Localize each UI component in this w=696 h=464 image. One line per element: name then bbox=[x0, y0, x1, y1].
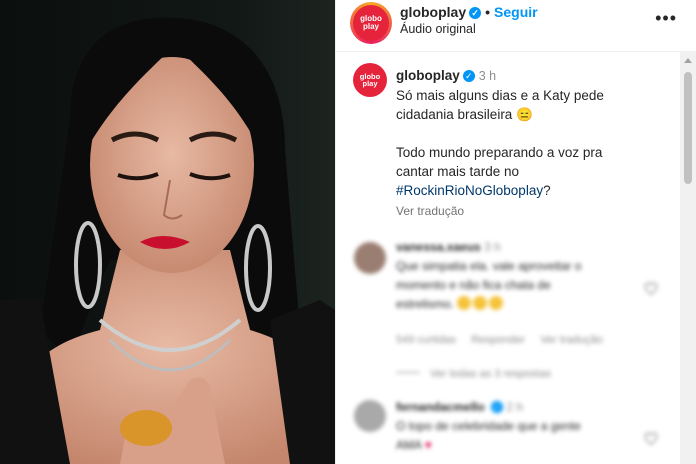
hashtag-suffix: ? bbox=[543, 183, 551, 198]
comment-avatar[interactable] bbox=[354, 400, 386, 432]
caption-time[interactable]: 3 h bbox=[479, 69, 496, 83]
separator-dot: • bbox=[485, 4, 491, 20]
avatar-text-bottom: play bbox=[362, 22, 379, 31]
comment-body: fernandacmello ✓ 2 h O topo de celebrida… bbox=[396, 398, 656, 455]
account-name-link[interactable]: globoplay bbox=[400, 4, 466, 20]
view-replies[interactable]: Ver todas as 3 respostas bbox=[396, 368, 551, 380]
more-options-icon[interactable]: ••• bbox=[655, 8, 677, 29]
comment-reply[interactable]: Responder bbox=[471, 334, 525, 346]
comment-line-2: momento e não fica chata de bbox=[396, 278, 551, 292]
post-panel: globo play globoplay ✓ • Seguir Áudio origi… bbox=[335, 0, 696, 464]
like-comment-icon[interactable] bbox=[644, 432, 658, 446]
see-translation-link[interactable]: Ver tradução bbox=[396, 202, 666, 221]
emoji-icon bbox=[473, 296, 488, 310]
comment-verified-icon: ✓ bbox=[491, 401, 504, 413]
follow-button[interactable]: Seguir bbox=[494, 4, 538, 20]
caption-line-3: Todo mundo preparando a voz pra bbox=[396, 145, 603, 160]
audio-link[interactable]: Áudio original bbox=[400, 22, 476, 36]
caption-line-4: cantar mais tarde no bbox=[396, 164, 520, 179]
view-replies-label: Ver todas as 3 respostas bbox=[430, 368, 552, 380]
comment-avatar[interactable] bbox=[354, 242, 386, 274]
emoji-icon bbox=[489, 296, 504, 310]
verified-icon: ✓ bbox=[469, 7, 482, 19]
replies-line bbox=[396, 372, 420, 373]
scrollbar[interactable] bbox=[680, 52, 696, 464]
caption-line-2: cidadania brasileira 😑 bbox=[396, 107, 533, 122]
comment-line-1: Que simpatia ela. vale aproveitar o bbox=[396, 259, 582, 273]
caption: globoplay ✓ 3 h Só mais alguns dias e a Ka… bbox=[396, 66, 666, 221]
comment-time: 3 h bbox=[484, 240, 501, 254]
hashtag-link[interactable]: #RockinRioNoGloboplay bbox=[396, 183, 543, 198]
comment-line-1: O topo de celebridade que a gente bbox=[396, 419, 581, 433]
heart-emoji-icon: ♥ bbox=[424, 438, 432, 452]
comment-meta: 549 curtidas Responder Ver tradução bbox=[396, 334, 603, 346]
video-frame[interactable] bbox=[0, 0, 335, 464]
comment-translate[interactable]: Ver tradução bbox=[540, 334, 602, 346]
comment-line-3: estrelismo. bbox=[396, 297, 455, 311]
comment-time: 2 h bbox=[506, 400, 524, 414]
account-avatar[interactable]: globo play bbox=[353, 5, 389, 41]
caption-line-1: Só mais alguns dias e a Katy pede bbox=[396, 88, 604, 103]
emoji-icon bbox=[457, 296, 472, 310]
video-image bbox=[0, 0, 335, 464]
caption-avatar-text-bottom: play bbox=[362, 79, 378, 88]
like-comment-icon[interactable] bbox=[644, 282, 658, 296]
comment-username[interactable]: fernandacmello bbox=[396, 400, 485, 414]
caption-username[interactable]: globoplay bbox=[396, 68, 460, 83]
caption-avatar[interactable]: globo play bbox=[353, 63, 387, 97]
comment-line-2: AMA bbox=[396, 438, 422, 452]
post-header: globo play globoplay ✓ • Seguir Áudio origi… bbox=[336, 0, 696, 52]
scroll-up-icon[interactable] bbox=[684, 58, 692, 63]
comment-likes[interactable]: 549 curtidas bbox=[396, 334, 456, 346]
scroll-thumb[interactable] bbox=[684, 72, 692, 184]
comment-username[interactable]: vanessa.xaeus bbox=[396, 240, 481, 254]
comment-body: vanessa.xaeus 3 h Que simpatia ela. vale… bbox=[396, 238, 656, 314]
caption-verified-icon: ✓ bbox=[462, 70, 475, 82]
comments-list: vanessa.xaeus 3 h Que simpatia ela. vale… bbox=[336, 232, 681, 464]
